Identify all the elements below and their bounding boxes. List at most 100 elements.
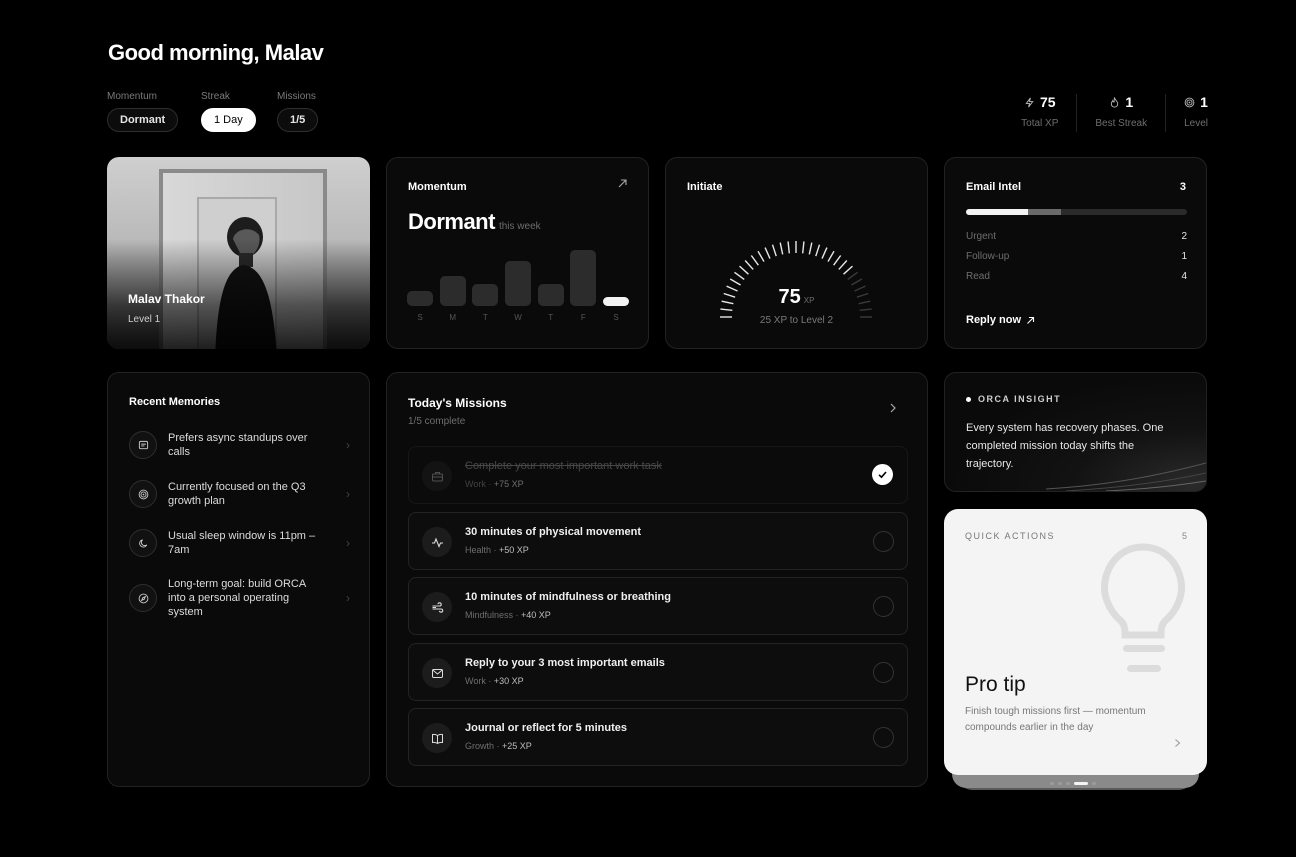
stat-level-label: Level [1184, 118, 1208, 129]
gauge-tick [779, 242, 784, 255]
momentum-bar [472, 283, 499, 306]
momentum-bar [439, 276, 466, 306]
momentum-pill[interactable]: Dormant [107, 108, 179, 132]
stat-best-streak-value: 1 [1125, 94, 1134, 110]
memory-text: Usual sleep window is 11pm – 7am [168, 530, 316, 556]
carousel-dot[interactable] [1066, 782, 1070, 785]
profile-card[interactable]: Malav Thakor Level 1 [107, 157, 370, 349]
gauge-xp-value: 75 XP [778, 286, 815, 308]
momentum-bar [505, 261, 531, 306]
email-row-urgent: Urgent 2 [966, 231, 1187, 242]
gauge-tick [815, 244, 821, 257]
wind-icon [432, 601, 443, 613]
reply-now-link[interactable]: Reply now [966, 314, 1035, 326]
email-intel-card[interactable]: Email Intel 3 Urgent 2 Follow-up 1 Read 4 R… [944, 157, 1207, 349]
memory-item[interactable]: Currently focused on the Q3 growth plan … [129, 480, 350, 508]
chevron-right-icon: › [346, 438, 350, 452]
quick-actions-count: 5 [1181, 531, 1187, 541]
carousel-dot-active[interactable] [1074, 782, 1088, 785]
activity-icon [431, 536, 443, 548]
stats-bar: 75 Total XP 1 Best Streak 1 Level [1003, 94, 1208, 132]
momentum-card[interactable]: Momentum Dormant this week S M T W T F S [386, 157, 649, 349]
initiate-card[interactable]: Initiate 75 XP 25 XP to Level 2 [665, 157, 928, 349]
momentum-bar-chart [407, 246, 629, 306]
stat-level-value: 1 [1200, 94, 1208, 110]
chevron-right-icon: › [346, 487, 350, 501]
mission-item[interactable]: 30 minutes of physical movement Health ·… [408, 512, 908, 570]
mission-meta: Work · +30 XP [465, 676, 524, 686]
carousel-dot[interactable] [1092, 782, 1096, 785]
briefcase-icon [431, 471, 443, 481]
lightbulb-icon [1101, 543, 1185, 672]
gauge-tick [787, 241, 791, 254]
email-progress-bar [966, 209, 1187, 215]
dot-icon [966, 396, 971, 402]
streak-pill[interactable]: 1 Day [201, 108, 256, 132]
mission-item[interactable]: Reply to your 3 most important emails Wo… [408, 643, 908, 701]
mission-checkbox[interactable] [873, 662, 894, 683]
gauge-tick [771, 244, 777, 257]
quick-actions-card[interactable]: QUICK ACTIONS 5 Pro tip Finish tough mis… [944, 509, 1207, 775]
momentum-day-labels: SMTWTFS [407, 313, 629, 325]
insight-label: ORCA INSIGHT [966, 394, 1061, 404]
mission-item[interactable]: 10 minutes of mindfulness or breathing M… [408, 577, 908, 635]
momentum-status: Momentum Dormant [107, 91, 179, 132]
mission-title: 10 minutes of mindfulness or breathing [465, 591, 671, 603]
streak-status: Streak 1 Day [201, 91, 256, 132]
stat-best-streak: 1 Best Streak [1076, 94, 1165, 132]
target-icon [138, 489, 148, 499]
mission-title: Reply to your 3 most important emails [465, 657, 665, 669]
profile-name: Malav Thakor [128, 292, 205, 306]
todays-missions-card: Today's Missions 1/5 complete Complete y… [386, 372, 928, 787]
carousel-dot[interactable] [1050, 782, 1054, 785]
compass-icon [138, 593, 148, 603]
memory-item[interactable]: Usual sleep window is 11pm – 7am › [129, 529, 350, 557]
gauge-tick [833, 255, 842, 266]
gauge-tick [744, 260, 754, 270]
mission-item[interactable]: Journal or reflect for 5 minutes Growth … [408, 708, 908, 766]
xp-gauge [720, 241, 872, 318]
gauge-tick [859, 308, 872, 312]
greeting-title: Good morning, Malav [108, 40, 324, 65]
email-row-read: Read 4 [966, 271, 1187, 282]
carousel-dot[interactable] [1058, 782, 1062, 785]
stat-total-xp: 75 Total XP [1003, 94, 1076, 132]
gauge-tick [757, 250, 765, 262]
gauge-tick [764, 247, 771, 259]
message-icon [138, 440, 148, 449]
momentum-sub: this week [498, 221, 541, 232]
mission-checkbox-checked[interactable] [872, 464, 893, 485]
mission-item[interactable]: Complete your most important work task W… [408, 446, 908, 504]
bolt-icon [1025, 97, 1034, 107]
momentum-bar [570, 249, 597, 306]
profile-level: Level 1 [128, 314, 161, 325]
gauge-tick [808, 242, 813, 255]
momentum-day-label: S [417, 313, 423, 322]
memory-item[interactable]: Long-term goal: build ORCA into a person… [129, 577, 350, 619]
momentum-bar [407, 291, 433, 306]
recent-memories-title: Recent Memories [129, 396, 221, 408]
mail-icon [431, 668, 443, 678]
chevron-right-icon[interactable] [1174, 738, 1181, 748]
gauge-tick [821, 247, 828, 259]
missions-progress: 1/5 complete [408, 416, 466, 427]
missions-pill[interactable]: 1/5 [277, 108, 319, 132]
gauge-tick [843, 265, 853, 275]
stat-total-xp-label: Total XP [1021, 118, 1059, 129]
wave-decoration [1046, 462, 1206, 491]
gauge-tick [847, 271, 858, 280]
chevron-right-icon[interactable] [889, 402, 897, 414]
momentum-day-label: M [449, 313, 456, 322]
momentum-day-label: T [548, 313, 554, 322]
gauge-sub: 25 XP to Level 2 [759, 315, 834, 326]
email-intel-title: Email Intel [966, 181, 1022, 193]
arrow-up-right-icon[interactable] [617, 178, 628, 189]
mission-checkbox[interactable] [873, 531, 894, 552]
gauge-tick [827, 250, 835, 262]
mission-checkbox[interactable] [873, 596, 894, 617]
mission-checkbox[interactable] [873, 727, 894, 748]
mission-title: Journal or reflect for 5 minutes [465, 722, 627, 734]
mission-title: Complete your most important work task [465, 460, 662, 472]
carousel-dots[interactable] [1050, 782, 1096, 785]
memory-item[interactable]: Prefers async standups over calls › [129, 431, 350, 459]
